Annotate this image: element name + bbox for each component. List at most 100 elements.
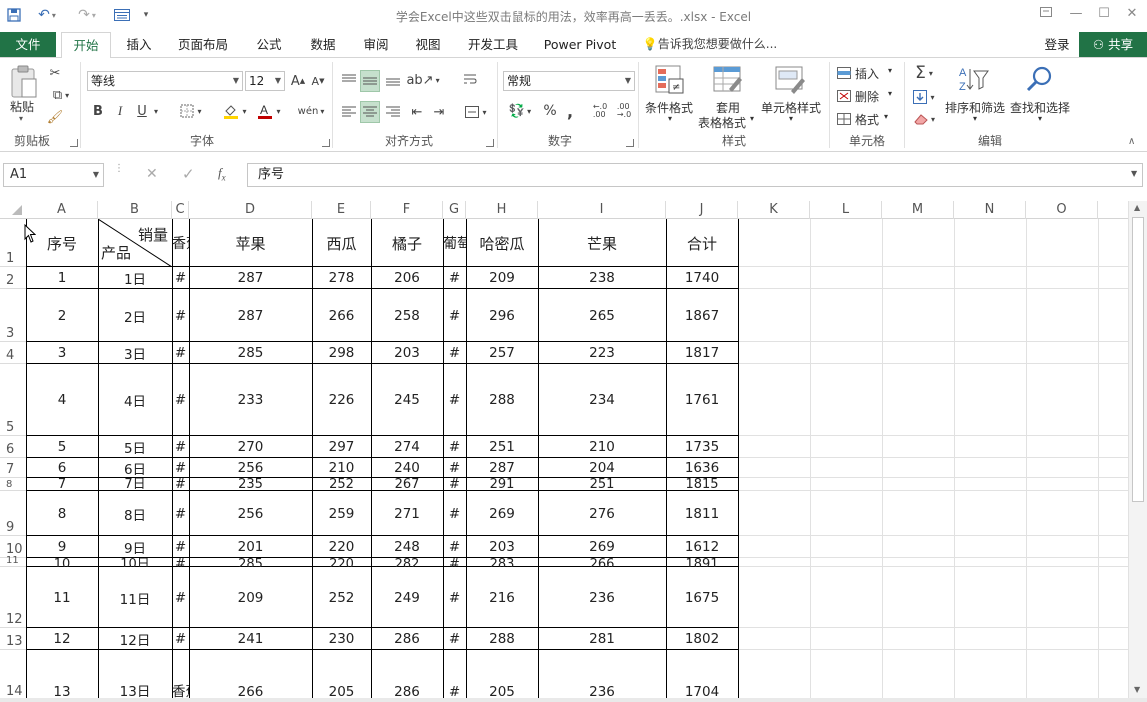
table-cell-j[interactable]: 1735	[666, 436, 738, 458]
table-cell-c[interactable]: #	[172, 267, 189, 289]
header-cell-seq[interactable]: 序号	[26, 219, 98, 267]
tab-power-pivot[interactable]: Power Pivot	[538, 32, 622, 57]
conditional-formatting-icon[interactable]: ≠	[654, 64, 686, 98]
align-middle-icon[interactable]	[360, 70, 380, 92]
table-cell-a[interactable]: 6	[26, 458, 98, 478]
table-cell-g[interactable]: #	[443, 567, 466, 628]
table-cell-c[interactable]: #	[172, 478, 189, 491]
clipboard-launcher-icon[interactable]	[70, 139, 78, 147]
table-cell-i[interactable]: 251	[538, 478, 666, 491]
tab-review[interactable]: 审阅	[355, 32, 397, 57]
sort-filter-icon[interactable]: AZ	[956, 64, 990, 94]
row-header[interactable]: 13	[0, 628, 26, 650]
table-cell-g[interactable]: #	[443, 458, 466, 478]
column-header-d[interactable]: D	[189, 201, 312, 219]
delete-cells-icon[interactable]	[836, 87, 852, 105]
table-cell-f[interactable]: 203	[371, 342, 443, 364]
wrap-text-icon[interactable]	[460, 70, 480, 90]
table-cell-f[interactable]: 271	[371, 491, 443, 536]
table-cell-c[interactable]: #	[172, 342, 189, 364]
table-cell-h[interactable]: 291	[466, 478, 538, 491]
table-cell-a[interactable]: 9	[26, 536, 98, 558]
table-cell-f[interactable]: 286	[371, 628, 443, 650]
table-cell-b[interactable]: 11日	[98, 567, 172, 628]
scroll-up-icon[interactable]: ▲	[1134, 203, 1140, 212]
table-cell-c[interactable]: #	[172, 289, 189, 342]
insert-cells-button[interactable]: 插入	[855, 65, 879, 82]
align-bottom-icon[interactable]	[384, 70, 402, 90]
login-link[interactable]: 登录	[1038, 32, 1076, 57]
close-icon[interactable]: ✕	[1119, 4, 1145, 24]
italic-button[interactable]: I	[112, 101, 128, 121]
table-cell-i[interactable]: 236	[538, 567, 666, 628]
table-cell-d[interactable]: 235	[189, 478, 312, 491]
table-cell-d[interactable]: 287	[189, 289, 312, 342]
table-cell-e[interactable]: 205	[312, 650, 371, 698]
font-launcher-icon[interactable]	[322, 139, 330, 147]
share-button[interactable]: ⚇ 共享	[1079, 32, 1147, 57]
table-cell-c[interactable]: #	[172, 364, 189, 436]
maximize-icon[interactable]: ☐	[1091, 4, 1117, 24]
table-cell-j[interactable]: 1817	[666, 342, 738, 364]
table-cell-e[interactable]: 252	[312, 478, 371, 491]
table-cell-f[interactable]: 248	[371, 536, 443, 558]
tab-data[interactable]: 数据	[302, 32, 344, 57]
table-cell-b[interactable]: 10日	[98, 558, 172, 567]
increase-decimal-icon[interactable]: ←.0.00	[590, 101, 610, 121]
header-cell-j[interactable]: 合计	[666, 219, 738, 267]
table-cell-d[interactable]: 256	[189, 458, 312, 478]
table-cell-b[interactable]: 12日	[98, 628, 172, 650]
table-cell-e[interactable]: 297	[312, 436, 371, 458]
table-cell-j[interactable]: 1612	[666, 536, 738, 558]
table-cell-g[interactable]: #	[443, 342, 466, 364]
table-cell-d[interactable]: 270	[189, 436, 312, 458]
name-box[interactable]: A1 ▼	[3, 163, 104, 187]
table-cell-a[interactable]: 4	[26, 364, 98, 436]
table-cell-j[interactable]: 1704	[666, 650, 738, 698]
tab-page-layout[interactable]: 页面布局	[172, 32, 234, 57]
table-cell-b[interactable]: 6日	[98, 458, 172, 478]
table-cell-a[interactable]: 7	[26, 478, 98, 491]
table-cell-h[interactable]: 269	[466, 491, 538, 536]
tab-insert[interactable]: 插入	[118, 32, 160, 57]
row-header[interactable]: 4	[0, 342, 26, 364]
table-cell-i[interactable]: 266	[538, 558, 666, 567]
table-cell-d[interactable]: 266	[189, 650, 312, 698]
table-cell-i[interactable]: 269	[538, 536, 666, 558]
row-header[interactable]: 12	[0, 567, 26, 628]
table-cell-j[interactable]: 1811	[666, 491, 738, 536]
table-cell-e[interactable]: 259	[312, 491, 371, 536]
table-cell-a[interactable]: 2	[26, 289, 98, 342]
align-right-icon[interactable]	[384, 102, 402, 122]
table-cell-d[interactable]: 285	[189, 558, 312, 567]
table-cell-c[interactable]: #	[172, 567, 189, 628]
table-cell-f[interactable]: 240	[371, 458, 443, 478]
scroll-down-icon[interactable]: ▼	[1134, 685, 1140, 694]
column-header-k[interactable]: K	[738, 201, 810, 219]
table-cell-c[interactable]: #	[172, 628, 189, 650]
table-cell-b[interactable]: 4日	[98, 364, 172, 436]
table-cell-c[interactable]: #	[172, 558, 189, 567]
collapse-ribbon-icon[interactable]: ∧	[1128, 136, 1135, 147]
table-cell-h[interactable]: 205	[466, 650, 538, 698]
table-cell-h[interactable]: 283	[466, 558, 538, 567]
header-cell-h[interactable]: 哈密瓜	[466, 219, 538, 267]
table-cell-d[interactable]: 233	[189, 364, 312, 436]
borders-icon[interactable]: ▾	[176, 101, 206, 121]
table-cell-c[interactable]: #	[172, 536, 189, 558]
column-header-e[interactable]: E	[312, 201, 371, 219]
tab-formulas[interactable]: 公式	[248, 32, 290, 57]
fill-icon[interactable]: ▾	[910, 87, 938, 107]
clear-icon[interactable]: ▾	[910, 109, 938, 129]
table-cell-g[interactable]: #	[443, 558, 466, 567]
header-cell-c[interactable]: 香蕉	[172, 219, 189, 267]
table-cell-j[interactable]: 1761	[666, 364, 738, 436]
select-all-corner[interactable]	[0, 201, 26, 219]
table-cell-j[interactable]: 1802	[666, 628, 738, 650]
table-cell-g[interactable]: #	[443, 267, 466, 289]
table-cell-e[interactable]: 220	[312, 558, 371, 567]
enter-icon[interactable]: ✓	[182, 165, 195, 183]
table-cell-e[interactable]: 266	[312, 289, 371, 342]
header-cell-f[interactable]: 橘子	[371, 219, 443, 267]
delete-cells-button[interactable]: 删除	[855, 88, 879, 105]
